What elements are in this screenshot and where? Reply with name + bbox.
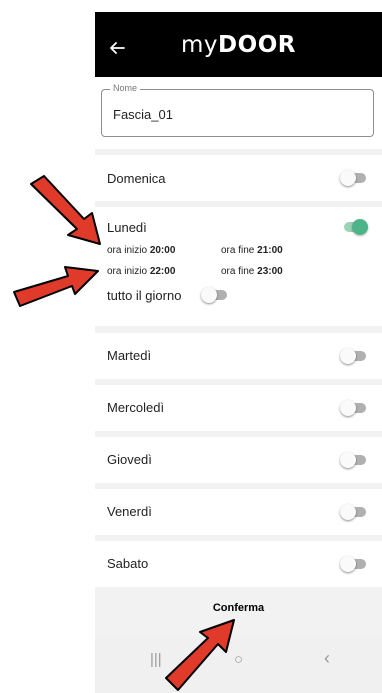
- toggle-all-day[interactable]: [201, 287, 229, 303]
- day-label: Martedì: [107, 348, 152, 363]
- app-logo: myDOOR: [181, 32, 296, 58]
- day-row-venerdi: Venerdì: [95, 489, 382, 535]
- phone-screen: myDOOR Nome Fascia_01 Domenica Lunedì or…: [95, 12, 382, 693]
- day-row-mercoledi: Mercoledì: [95, 385, 382, 431]
- day-row-giovedi: Giovedì: [95, 437, 382, 483]
- slot-1-end[interactable]: ora fine 21:00: [221, 245, 283, 256]
- slot-2-start[interactable]: ora inizio 22:00: [107, 266, 175, 277]
- name-field-label: Nome: [110, 83, 141, 93]
- name-card: Nome Fascia_01: [95, 77, 382, 149]
- toggle-giovedi[interactable]: [340, 452, 368, 468]
- annotation-arrow-icon: [30, 175, 101, 245]
- slot-1-start[interactable]: ora inizio 20:00: [107, 245, 175, 256]
- day-label: Giovedì: [107, 452, 152, 467]
- name-field[interactable]: Nome Fascia_01: [101, 83, 374, 137]
- day-row-domenica: Domenica: [95, 155, 382, 201]
- toggle-domenica[interactable]: [340, 170, 368, 186]
- day-row-lunedi: Lunedì ora inizio 20:00 ora fine 21:00 o…: [95, 207, 382, 326]
- annotation-arrow-icon: [13, 266, 99, 307]
- day-row-sabato: Sabato: [95, 541, 382, 587]
- back-nav-icon[interactable]: ‹: [324, 648, 330, 669]
- day-label: Domenica: [107, 171, 166, 186]
- day-label: Mercoledì: [107, 400, 165, 415]
- annotation-arrow-icon: [165, 619, 235, 691]
- toggle-mercoledi[interactable]: [340, 400, 368, 416]
- slot-2-end[interactable]: ora fine 23:00: [221, 266, 283, 277]
- app-header: myDOOR: [95, 12, 382, 77]
- day-label: Lunedì: [107, 220, 147, 235]
- name-field-value[interactable]: Fascia_01: [113, 107, 173, 122]
- day-row-martedi: Martedì: [95, 333, 382, 379]
- toggle-martedi[interactable]: [340, 348, 368, 364]
- toggle-lunedi[interactable]: [340, 219, 368, 235]
- toggle-sabato[interactable]: [340, 556, 368, 572]
- toggle-venerdi[interactable]: [340, 504, 368, 520]
- day-label: Sabato: [107, 556, 149, 571]
- day-label: Venerdì: [107, 504, 152, 519]
- all-day-label: tutto il giorno: [107, 288, 182, 303]
